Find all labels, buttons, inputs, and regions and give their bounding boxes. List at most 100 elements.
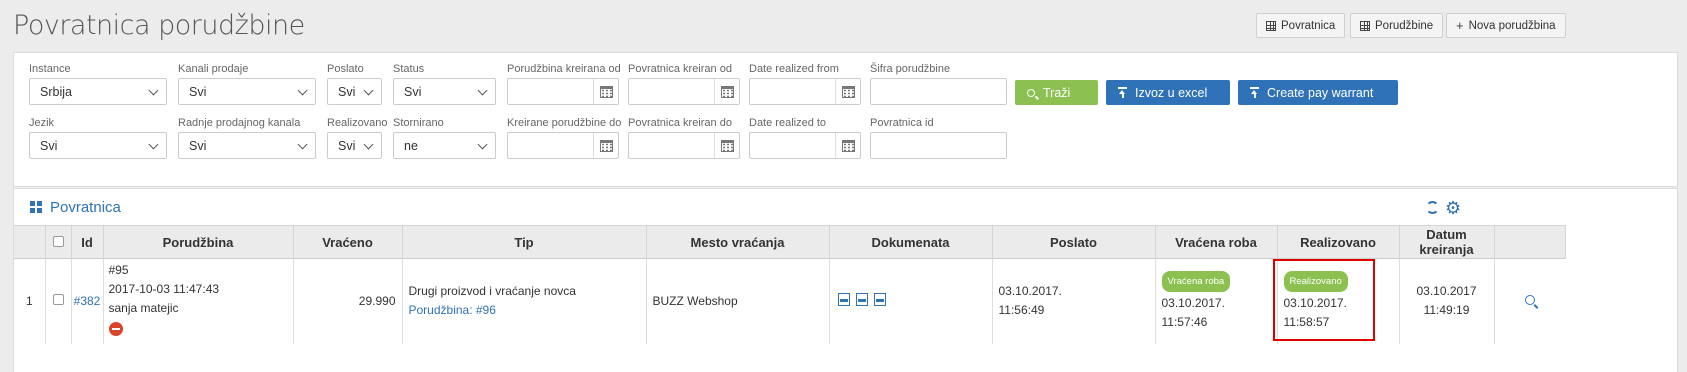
- realizovano-select[interactable]: Svi: [327, 132, 382, 159]
- poslato-time: 11:56:49: [998, 303, 1045, 318]
- row-id-link[interactable]: #382: [74, 294, 101, 308]
- realized-to-input[interactable]: [749, 132, 861, 159]
- calendar-button[interactable]: [714, 133, 739, 158]
- upload-icon: [1118, 87, 1127, 98]
- dokumenata-cell: [829, 258, 993, 344]
- calendar-icon: [841, 139, 855, 152]
- gear-icon[interactable]: ⚙: [1445, 199, 1461, 217]
- vracena-time: 11:57:46: [1161, 314, 1208, 329]
- search-icon: [1027, 88, 1035, 97]
- stornirano-label: Stornirano: [393, 117, 444, 129]
- order-date: 2017-10-03 11:47:43: [108, 281, 220, 296]
- chevron-down-icon: [363, 85, 374, 96]
- trazi-button[interactable]: Traži: [1015, 80, 1098, 105]
- porudzbina-header[interactable]: Porudžbina: [103, 225, 294, 259]
- nova-porudzbina-button[interactable]: + Nova porudžbina: [1446, 13, 1566, 38]
- vracena-date: 03.10.2017.: [1161, 295, 1225, 310]
- calendar-icon: [599, 139, 613, 152]
- realizovano-header[interactable]: Realizovano: [1277, 225, 1400, 259]
- mesto-header[interactable]: Mesto vraćanja: [646, 225, 830, 259]
- panel-title: Povratnica: [50, 199, 121, 216]
- document-icon[interactable]: [855, 293, 868, 307]
- dokumenata-header[interactable]: Dokumenata: [829, 225, 993, 259]
- sifra-label: Šifra porudžbine: [870, 63, 951, 75]
- vraceno-header[interactable]: Vraćeno: [293, 225, 403, 259]
- kanali-select[interactable]: Svi: [178, 78, 316, 105]
- nova-porudzbina-label: Nova porudžbina: [1468, 19, 1556, 32]
- calendar-icon: [599, 85, 613, 98]
- row-id-cell[interactable]: #382: [71, 258, 104, 344]
- kanali-value: Svi: [189, 84, 207, 99]
- table-icon: [1266, 20, 1276, 31]
- povratnica-od-input[interactable]: [628, 78, 740, 105]
- page-title: Povratnica porudžbine: [13, 10, 305, 41]
- kanali-label: Kanali prodaje: [178, 63, 249, 75]
- poslato-date: 03.10.2017.: [998, 284, 1062, 299]
- calendar-button[interactable]: [835, 133, 860, 158]
- vracena-roba-header[interactable]: Vraćena roba: [1155, 225, 1278, 259]
- stornirano-select[interactable]: ne: [393, 132, 496, 159]
- poslato-header[interactable]: Poslato: [992, 225, 1156, 259]
- customer-name: sanja matejic: [108, 300, 179, 315]
- porudzbina-od-input[interactable]: [507, 78, 619, 105]
- realized-from-label: Date realized from: [749, 63, 839, 75]
- grid-icon: [30, 201, 42, 213]
- realizovano-value: Svi: [338, 138, 356, 153]
- jezik-select[interactable]: Svi: [29, 132, 167, 159]
- poslato-select[interactable]: Svi: [327, 78, 382, 105]
- select-all-checkbox[interactable]: [52, 235, 64, 247]
- radnje-select[interactable]: Svi: [178, 132, 316, 159]
- vracena-roba-badge: Vraćena roba: [1161, 270, 1231, 292]
- realized-from-input[interactable]: [749, 78, 861, 105]
- sifra-input[interactable]: [870, 78, 1007, 105]
- id-header[interactable]: Id: [71, 225, 104, 259]
- poslato-cell: 03.10.2017. 11:56:49: [992, 258, 1156, 344]
- datum-header[interactable]: Datum kreiranja: [1399, 225, 1495, 259]
- upload-icon: [1250, 87, 1259, 98]
- refresh-icon[interactable]: [1426, 201, 1439, 214]
- instance-select[interactable]: Srbija: [29, 78, 167, 105]
- filter-panel: Instance Kanali prodaje Poslato Status P…: [13, 52, 1678, 187]
- chevron-down-icon: [477, 139, 488, 150]
- calendar-button[interactable]: [835, 79, 860, 104]
- povratnica-button[interactable]: Povratnica: [1256, 13, 1346, 38]
- tip-header[interactable]: Tip: [402, 225, 647, 259]
- poslato-label: Poslato: [327, 63, 364, 75]
- vraceno-cell: 29.990: [293, 258, 403, 344]
- status-value: Svi: [404, 84, 422, 99]
- document-icon[interactable]: [837, 293, 850, 307]
- row-checkbox[interactable]: [52, 294, 64, 306]
- search-icon[interactable]: [1524, 295, 1535, 306]
- mesto-cell: BUZZ Webshop: [646, 258, 830, 344]
- realized-to-label: Date realized to: [749, 117, 827, 129]
- document-icon[interactable]: [873, 293, 886, 307]
- order-number: #95: [108, 262, 129, 277]
- povratnica-id-input[interactable]: [870, 132, 1007, 159]
- datum-time: 11:49:19: [1423, 303, 1470, 318]
- porudzbina-cell: #95 2017-10-03 11:47:43 sanja matejic: [103, 258, 294, 344]
- jezik-label: Jezik: [29, 117, 55, 129]
- radnje-label: Radnje prodajnog kanala: [178, 117, 301, 129]
- datum-cell: 03.10.2017 11:49:19: [1399, 258, 1495, 344]
- excel-export-button[interactable]: Izvoz u excel: [1106, 80, 1230, 105]
- calendar-button[interactable]: [593, 133, 618, 158]
- porudzbine-do-input[interactable]: [507, 132, 619, 159]
- povratnica-button-label: Povratnica: [1281, 19, 1336, 32]
- calendar-button[interactable]: [714, 79, 739, 104]
- row-select-cell[interactable]: [45, 258, 72, 344]
- pay-warrant-label: Create pay warrant: [1267, 85, 1374, 100]
- povratnica-od-label: Povratnica kreiran od: [628, 63, 732, 75]
- select-all-header[interactable]: [45, 225, 72, 259]
- trazi-label: Traži: [1043, 85, 1071, 100]
- cancel-icon[interactable]: [108, 321, 123, 336]
- pay-warrant-button[interactable]: Create pay warrant: [1238, 80, 1398, 105]
- chevron-down-icon: [297, 85, 308, 96]
- porudzbine-do-label: Kreirane porudžbine do: [507, 117, 622, 129]
- povratnica-do-input[interactable]: [628, 132, 740, 159]
- calendar-button[interactable]: [593, 79, 618, 104]
- table-header-row: Id Porudžbina Vraćeno Tip Mesto vraćanja…: [14, 225, 1566, 259]
- status-select[interactable]: Svi: [393, 78, 496, 105]
- view-cell[interactable]: [1494, 258, 1565, 344]
- porudzbine-button[interactable]: Porudžbine: [1350, 13, 1444, 38]
- tip-order-link[interactable]: Porudžbina: #96: [409, 301, 646, 320]
